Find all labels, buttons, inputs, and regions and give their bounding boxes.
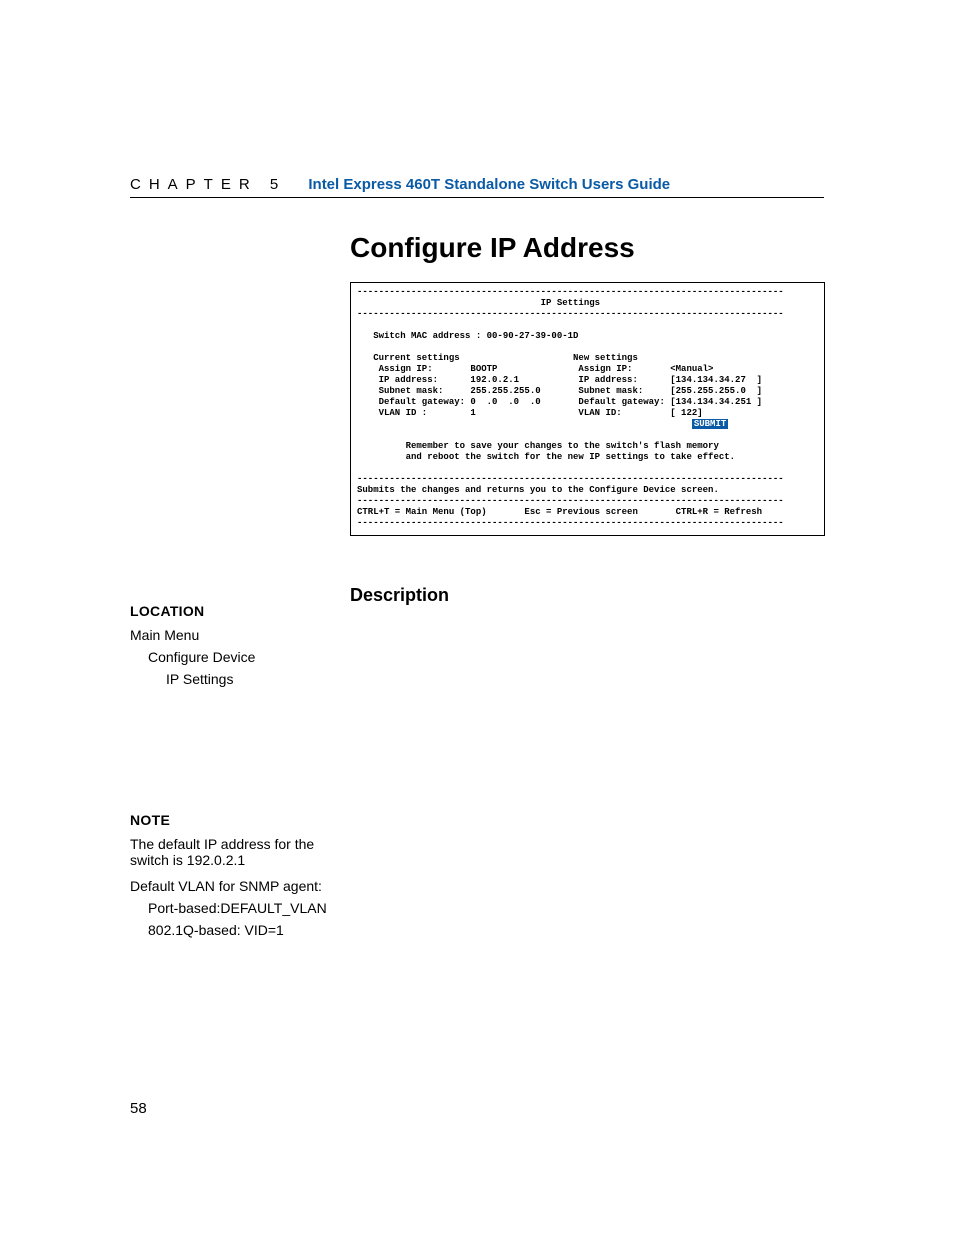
note-line: 802.1Q-based: VID=1 [130, 922, 330, 938]
rule: ----------------------------------------… [357, 496, 784, 506]
running-header: CHAPTER 5 Intel Express 460T Standalone … [130, 176, 824, 198]
subnet-mask-line: Subnet mask: 255.255.255.0 Subnet mask: … [357, 386, 762, 396]
submit-button[interactable]: SUBMIT [692, 419, 728, 429]
rule: ----------------------------------------… [357, 518, 784, 528]
location-item: IP Settings [130, 671, 330, 687]
vlan-id-line: VLAN ID : 1 VLAN ID: [ 122] [357, 408, 703, 418]
page-number: 58 [130, 1100, 147, 1117]
location-item: Main Menu [130, 627, 330, 643]
location-block: LOCATION Main Menu Configure Device IP S… [130, 603, 330, 693]
rule: ----------------------------------------… [357, 287, 784, 297]
rule: ----------------------------------------… [357, 474, 784, 484]
terminal-title: IP Settings [357, 298, 600, 308]
settings-headers: Current settings New settings [357, 353, 638, 363]
mac-address-line: Switch MAC address : 00-90-27-39-00-1D [357, 331, 578, 341]
reminder-line-1: Remember to save your changes to the swi… [357, 441, 719, 451]
location-heading: LOCATION [130, 603, 330, 619]
terminal-screenshot: ----------------------------------------… [350, 282, 825, 536]
rule: ----------------------------------------… [357, 309, 784, 319]
note-line: Default VLAN for SNMP agent: [130, 878, 330, 894]
assign-ip-line: Assign IP: BOOTP Assign IP: <Manual> [357, 364, 713, 374]
shortcut-footer: CTRL+T = Main Menu (Top) Esc = Previous … [357, 507, 762, 517]
chapter-label: CHAPTER 5 [130, 176, 286, 193]
note-line: The default IP address for the switch is… [130, 836, 330, 868]
location-item: Configure Device [130, 649, 330, 665]
note-line: Port-based:DEFAULT_VLAN [130, 900, 330, 916]
ip-address-line: IP address: 192.0.2.1 IP address: [134.1… [357, 375, 762, 385]
guide-title: Intel Express 460T Standalone Switch Use… [308, 176, 670, 193]
note-heading: NOTE [130, 812, 330, 828]
page: CHAPTER 5 Intel Express 460T Standalone … [0, 0, 954, 1235]
default-gateway-line: Default gateway: 0 .0 .0 .0 Default gate… [357, 397, 762, 407]
note-block: NOTE The default IP address for the swit… [130, 812, 330, 944]
submits-line: Submits the changes and returns you to t… [357, 485, 719, 495]
reminder-line-2: and reboot the switch for the new IP set… [357, 452, 735, 462]
description-heading: Description [350, 585, 449, 606]
page-title: Configure IP Address [350, 232, 635, 264]
